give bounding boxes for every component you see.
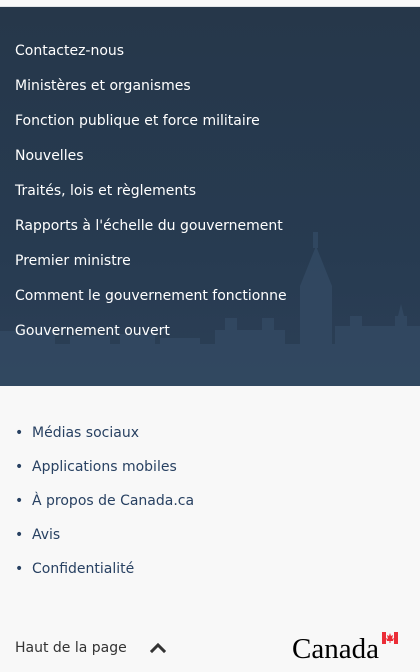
how-government-works-link[interactable]: Comment le gouvernement fonctionne (15, 288, 287, 304)
contact-link[interactable]: Contactez-nous (15, 43, 124, 59)
back-to-top-link[interactable]: Haut de la page (15, 640, 166, 656)
sub-links-list: • Médias sociaux • Applications mobiles • À… (15, 423, 194, 593)
social-media-link[interactable]: Médias sociaux (32, 423, 139, 443)
sub-link-item: • Applications mobiles (15, 457, 194, 491)
bullet: • (15, 459, 24, 475)
about-canada-link[interactable]: À propos de Canada.ca (32, 491, 194, 511)
main-footer: Contactez-nous Ministères et organismes … (0, 7, 420, 386)
main-link-item: Rapports à l'échelle du gouvernement (15, 215, 287, 250)
canada-wordmark-logo: Canada (292, 632, 398, 664)
mobile-apps-link[interactable]: Applications mobiles (32, 457, 177, 477)
main-link-item: Ministères et organismes (15, 75, 287, 110)
main-links-list: Contactez-nous Ministères et organismes … (15, 40, 287, 355)
top-divider (0, 0, 420, 7)
chevron-up-icon (149, 640, 166, 656)
bullet: • (15, 493, 24, 509)
bullet: • (15, 527, 24, 543)
sub-link-item: • Avis (15, 525, 194, 559)
main-link-item: Fonction publique et force militaire (15, 110, 287, 145)
public-service-link[interactable]: Fonction publique et force militaire (15, 113, 260, 129)
prime-minister-link[interactable]: Premier ministre (15, 253, 131, 269)
terms-link[interactable]: Avis (32, 525, 60, 545)
main-link-item: Comment le gouvernement fonctionne (15, 285, 287, 320)
main-link-item: Contactez-nous (15, 40, 287, 75)
main-link-item: Nouvelles (15, 145, 287, 180)
bullet: • (15, 425, 24, 441)
main-link-item: Traités, lois et règlements (15, 180, 287, 215)
open-government-link[interactable]: Gouvernement ouvert (15, 323, 170, 339)
main-link-item: Premier ministre (15, 250, 287, 285)
privacy-link[interactable]: Confidentialité (32, 559, 134, 579)
main-link-item: Gouvernement ouvert (15, 320, 287, 355)
sub-link-item: • Médias sociaux (15, 423, 194, 457)
sub-link-item: • Confidentialité (15, 559, 194, 593)
sub-link-item: • À propos de Canada.ca (15, 491, 194, 525)
reports-link[interactable]: Rapports à l'échelle du gouvernement (15, 218, 283, 234)
treaties-link[interactable]: Traités, lois et règlements (15, 183, 196, 199)
wordmark-text: Canada (292, 633, 379, 664)
bullet: • (15, 561, 24, 577)
sub-footer: • Médias sociaux • Applications mobiles • À… (0, 386, 420, 672)
news-link[interactable]: Nouvelles (15, 148, 84, 164)
back-to-top-label: Haut de la page (15, 640, 127, 656)
departments-link[interactable]: Ministères et organismes (15, 78, 191, 94)
flag-icon (382, 632, 398, 644)
